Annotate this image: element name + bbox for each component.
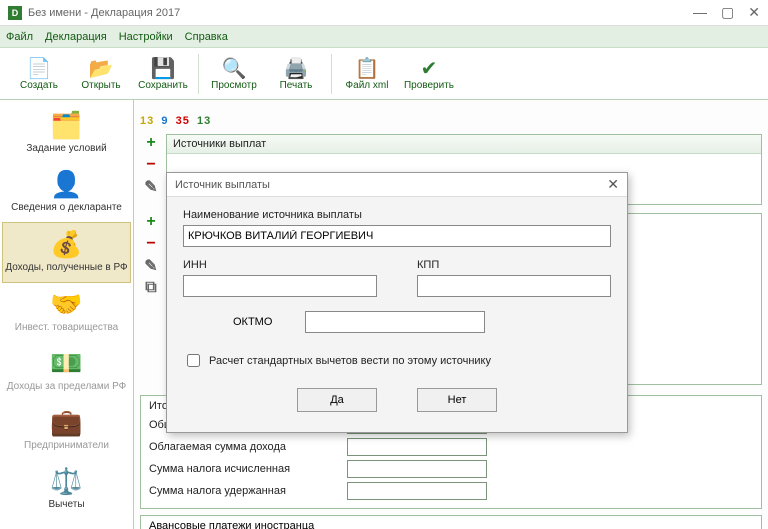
- print-button[interactable]: 🖨️Печать: [265, 50, 327, 98]
- oktmo-input[interactable]: [305, 311, 485, 333]
- inn-label: ИНН: [183, 259, 377, 271]
- window-title: Без имени - Декларация 2017: [28, 7, 180, 19]
- dialog-yes-button[interactable]: Да: [297, 388, 377, 412]
- advance-panel: Авансовые платежи иностранца Сумма фикси…: [140, 515, 762, 529]
- folder-open-icon: 📂: [89, 56, 114, 80]
- edit-income-button[interactable]: ✎: [142, 257, 160, 275]
- check-icon: ✔: [421, 56, 438, 80]
- coins-icon: 💰: [50, 229, 82, 260]
- edit-source-button[interactable]: ✎: [142, 178, 160, 196]
- person-icon: 👤: [50, 169, 82, 200]
- copy-income-button[interactable]: ⧉: [142, 279, 160, 297]
- tax-rates-logo: 13 9 35 13: [140, 104, 762, 130]
- sources-panel-header: Источники выплат: [167, 135, 761, 154]
- dialog-close-button[interactable]: ✕: [607, 176, 619, 193]
- xml-icon: 📋: [355, 56, 380, 80]
- standard-deduction-checkbox[interactable]: [187, 354, 200, 367]
- taxable-income-label: Облагаемая сумма дохода: [149, 441, 339, 453]
- dialog-title: Источник выплаты: [175, 179, 270, 191]
- xml-button[interactable]: 📋Файл xml: [336, 50, 398, 98]
- sidebar-item-declarant[interactable]: 👤Сведения о декларанте: [2, 163, 131, 222]
- sidebar-item-deductions[interactable]: ⚖️Вычеты: [2, 460, 131, 519]
- sidebar-item-invest: 🤝Инвест. товарищества: [2, 283, 131, 342]
- file-new-icon: 📄: [27, 56, 52, 80]
- menu-help[interactable]: Справка: [185, 31, 228, 43]
- print-icon: 🖨️: [284, 56, 309, 80]
- sidebar-item-income-rf[interactable]: 💰Доходы, полученные в РФ: [2, 222, 131, 283]
- sidebar-item-entrepreneur: 💼Предприниматели: [2, 401, 131, 460]
- taxable-income-value: [347, 438, 487, 456]
- source-name-label: Наименование источника выплаты: [183, 209, 611, 221]
- menubar: Файл Декларация Настройки Справка: [0, 26, 768, 48]
- sidebar-item-conditions[interactable]: 🗂️Задание условий: [2, 104, 131, 163]
- sidebar-item-income-abroad: 💵Доходы за пределами РФ: [2, 342, 131, 401]
- add-income-button[interactable]: +: [142, 213, 160, 231]
- tax-withheld-value: [347, 482, 487, 500]
- remove-source-button[interactable]: −: [142, 156, 160, 174]
- minimize-button[interactable]: —: [693, 4, 707, 21]
- maximize-button[interactable]: ▢: [721, 4, 734, 21]
- open-button[interactable]: 📂Открыть: [70, 50, 132, 98]
- menu-settings[interactable]: Настройки: [119, 31, 173, 43]
- standard-deduction-checkbox-row[interactable]: Расчет стандартных вычетов вести по этом…: [183, 351, 611, 370]
- tree-icon: 🗂️: [50, 110, 82, 141]
- source-name-input[interactable]: [183, 225, 611, 247]
- toolbar: 📄Создать 📂Открыть 💾Сохранить 🔍Просмотр 🖨…: [0, 48, 768, 100]
- inn-input[interactable]: [183, 275, 377, 297]
- save-button[interactable]: 💾Сохранить: [132, 50, 194, 98]
- tax-withheld-label: Сумма налога удержанная: [149, 485, 339, 497]
- preview-icon: 🔍: [222, 56, 247, 80]
- oktmo-label: ОКТМО: [233, 316, 293, 328]
- menu-declaration[interactable]: Декларация: [45, 31, 107, 43]
- advance-header: Авансовые платежи иностранца: [149, 520, 753, 529]
- briefcase-icon: 💼: [50, 407, 82, 438]
- menu-file[interactable]: Файл: [6, 31, 33, 43]
- scale-icon: ⚖️: [50, 466, 82, 497]
- titlebar: D Без имени - Декларация 2017 — ▢ ✕: [0, 0, 768, 26]
- check-button[interactable]: ✔Проверить: [398, 50, 460, 98]
- globe-money-icon: 💵: [50, 348, 82, 379]
- dialog-no-button[interactable]: Нет: [417, 388, 497, 412]
- app-icon: D: [8, 6, 22, 20]
- invest-icon: 🤝: [50, 289, 82, 320]
- tax-calculated-value: [347, 460, 487, 478]
- kpp-label: КПП: [417, 259, 611, 271]
- tax-calculated-label: Сумма налога исчисленная: [149, 463, 339, 475]
- kpp-input[interactable]: [417, 275, 611, 297]
- create-button[interactable]: 📄Создать: [8, 50, 70, 98]
- save-icon: 💾: [151, 56, 176, 80]
- close-button[interactable]: ✕: [748, 4, 760, 21]
- remove-income-button[interactable]: −: [142, 235, 160, 253]
- add-source-button[interactable]: +: [142, 134, 160, 152]
- standard-deduction-label: Расчет стандартных вычетов вести по этом…: [209, 355, 491, 367]
- sidebar: 🗂️Задание условий 👤Сведения о декларанте…: [0, 100, 134, 529]
- main-area: 13 9 35 13 + − ✎ Источники выплат + − ✎ …: [134, 100, 768, 529]
- preview-button[interactable]: 🔍Просмотр: [203, 50, 265, 98]
- payment-source-dialog: Источник выплаты ✕ Наименование источник…: [166, 172, 628, 433]
